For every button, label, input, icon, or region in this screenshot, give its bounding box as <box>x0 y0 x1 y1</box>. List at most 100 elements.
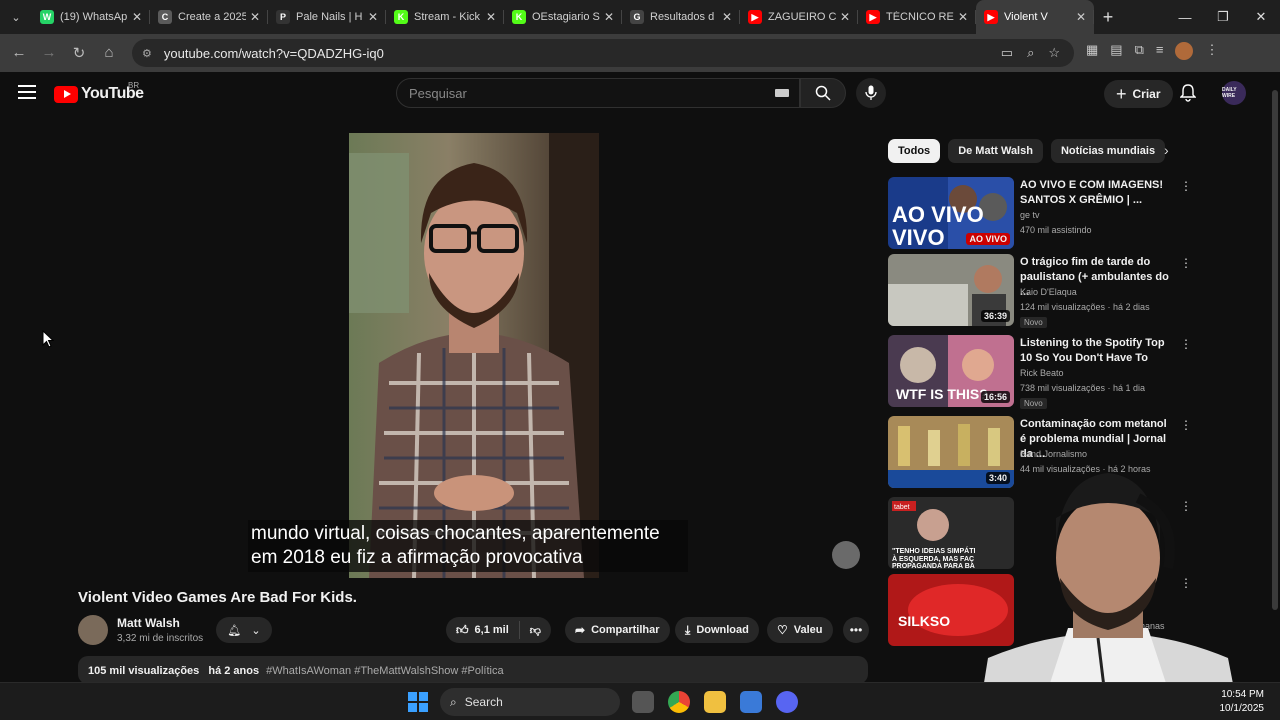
tab-search-button[interactable]: ⌄ <box>0 0 32 34</box>
chevron-right-icon[interactable]: › <box>1164 142 1169 158</box>
bookmark-star-icon[interactable]: ☆ <box>1048 45 1060 61</box>
reload-button[interactable]: ↻ <box>64 44 94 62</box>
tab-title: TÉCNICO REC <box>886 11 954 23</box>
thumb-caption-text: WTF IS THIS? <box>896 386 988 402</box>
browser-tab[interactable]: K OEstagiario S ✕ <box>504 0 622 34</box>
browser-tab[interactable]: ▶ Violent V ✕ <box>976 0 1094 34</box>
download-button[interactable]: ⤓ Download <box>675 617 759 643</box>
task-view-icon[interactable] <box>632 691 654 713</box>
more-vertical-icon[interactable]: ⋮ <box>1180 418 1192 432</box>
list-item[interactable]: AO VIVO VIVO AO VIVO AO VIVO E COM IMAGEN… <box>888 177 1192 249</box>
store-icon[interactable] <box>740 691 762 713</box>
video-player[interactable] <box>349 133 599 578</box>
browser-tab[interactable]: G Resultados d ✕ <box>622 0 740 34</box>
description-box[interactable]: 105 mil visualizações há 2 anos #WhatIsA… <box>78 656 868 684</box>
cast-icon[interactable]: ▭ <box>1001 45 1013 61</box>
browser-tab[interactable]: ▶ TÉCNICO REC ✕ <box>858 0 976 34</box>
scrollbar-thumb[interactable] <box>1272 90 1278 610</box>
tab-favicon-icon: K <box>512 10 526 24</box>
chip-world-news[interactable]: Notícias mundiais <box>1050 139 1166 163</box>
microphone-icon <box>865 85 877 100</box>
extension-icon-2[interactable]: ▤ <box>1110 42 1122 60</box>
create-button[interactable]: + Criar <box>1104 80 1173 108</box>
notification-preferences-button[interactable]: 🔔︎ ⌄ <box>216 617 272 643</box>
close-tab-icon[interactable]: ✕ <box>604 10 614 24</box>
browser-tab[interactable]: K Stream - Kick ✕ <box>386 0 504 34</box>
guide-menu-icon[interactable] <box>18 85 36 103</box>
close-window-button[interactable]: ✕ <box>1242 0 1280 34</box>
browser-tab[interactable]: ▶ ZAGUEIRO C ✕ <box>740 0 858 34</box>
tab-favicon-icon: ▶ <box>748 10 762 24</box>
close-tab-icon[interactable]: ✕ <box>486 10 496 24</box>
video-thumbnail[interactable]: 36:39 <box>888 254 1014 326</box>
notifications-bell-icon[interactable] <box>1179 84 1197 107</box>
back-button[interactable]: ← <box>4 44 34 62</box>
account-avatar[interactable]: DAILY WIRE <box>1222 81 1246 105</box>
thumbs-down-icon: 👎︎ <box>529 624 541 637</box>
thanks-button[interactable]: ♡ Valeu <box>767 617 833 643</box>
url-field[interactable]: ⚙ youtube.com/watch?v=QDADZHG-iq0 ▭ ⌕ ☆ <box>132 39 1074 67</box>
video-thumbnail[interactable]: AO VIVO VIVO AO VIVO <box>888 177 1014 249</box>
close-tab-icon[interactable]: ✕ <box>840 10 850 24</box>
chrome-icon[interactable] <box>668 691 690 713</box>
home-button[interactable]: ⌂ <box>94 44 124 62</box>
page-scrollbar[interactable] <box>1270 72 1280 682</box>
share-button[interactable]: ➦ Compartilhar <box>565 617 670 643</box>
more-actions-button[interactable]: ••• <box>843 617 869 643</box>
browser-menu-icon[interactable]: ⋮ <box>1205 42 1218 60</box>
site-info-icon[interactable]: ⚙ <box>142 47 152 60</box>
keyboard-icon[interactable] <box>775 89 789 97</box>
chip-all[interactable]: Todos <box>888 139 941 163</box>
windows-start-icon[interactable] <box>408 692 428 712</box>
chip-from-channel[interactable]: De Matt Walsh <box>948 139 1043 163</box>
reading-list-icon[interactable]: ≡ <box>1156 42 1164 60</box>
rec-meta: 470 mil assistindo <box>1020 225 1092 235</box>
rec-channel: ge tv <box>1020 210 1040 220</box>
youtube-logo[interactable]: YouTube BR <box>54 81 144 103</box>
thumb-header-text: tabet <box>894 504 910 511</box>
tab-favicon-icon: G <box>630 10 644 24</box>
discord-icon[interactable] <box>776 691 798 713</box>
more-vertical-icon[interactable]: ⋮ <box>1180 256 1192 270</box>
file-explorer-icon[interactable] <box>704 691 726 713</box>
channel-name[interactable]: Matt Walsh <box>117 616 180 630</box>
search-input[interactable] <box>409 85 759 101</box>
close-tab-icon[interactable]: ✕ <box>958 10 968 24</box>
zoom-icon[interactable]: ⌕ <box>1027 45 1034 61</box>
browser-tab[interactable]: P Pale Nails | H ✕ <box>268 0 386 34</box>
more-vertical-icon[interactable]: ⋮ <box>1180 337 1192 351</box>
address-bar: ← → ↻ ⌂ ⚙ youtube.com/watch?v=QDADZHG-iq… <box>0 34 1280 72</box>
rec-meta: 738 mil visualizações · há 1 dia <box>1020 383 1146 393</box>
extensions-puzzle-icon[interactable]: ⧉ <box>1135 42 1144 60</box>
maximize-button[interactable]: ❐ <box>1204 0 1242 34</box>
dislike-button[interactable]: 👎︎ <box>520 624 551 637</box>
extension-icon[interactable]: ▦ <box>1086 42 1098 60</box>
profile-avatar[interactable] <box>1175 42 1194 60</box>
url-text: youtube.com/watch?v=QDADZHG-iq0 <box>163 45 384 61</box>
close-tab-icon[interactable]: ✕ <box>1076 10 1086 24</box>
thumb-live-text: AO VIVO <box>892 202 984 227</box>
video-thumbnail[interactable]: WTF IS THIS? 16:56 <box>888 335 1014 407</box>
voice-search-button[interactable] <box>856 78 886 108</box>
forward-button[interactable]: → <box>34 44 64 62</box>
system-clock[interactable]: 10:54 PM 10/1/2025 <box>1214 688 1265 716</box>
close-tab-icon[interactable]: ✕ <box>722 10 732 24</box>
browser-tab[interactable]: C Create a 2025 ✕ <box>150 0 268 34</box>
hashtags[interactable]: #WhatIsAWoman #TheMattWalshShow #Polític… <box>266 665 503 677</box>
list-item[interactable]: WTF IS THIS? 16:56 Listening to the Spot… <box>888 335 1192 409</box>
chevron-down-icon: ⌄ <box>251 624 261 637</box>
list-item[interactable]: 36:39 O trágico fim de tarde do paulista… <box>888 254 1192 328</box>
minimize-button[interactable]: — <box>1166 0 1204 34</box>
view-count: 105 mil visualizações <box>88 665 200 677</box>
more-vertical-icon[interactable]: ⋮ <box>1180 179 1192 193</box>
channel-watermark[interactable] <box>832 541 860 569</box>
new-tab-button[interactable]: + <box>1094 7 1122 28</box>
close-tab-icon[interactable]: ✕ <box>250 10 260 24</box>
close-tab-icon[interactable]: ✕ <box>132 10 142 24</box>
channel-avatar[interactable] <box>78 615 108 645</box>
search-button[interactable] <box>800 78 846 108</box>
browser-tab[interactable]: W (19) WhatsApp ✕ <box>32 0 150 34</box>
taskbar-search[interactable]: ⌕ Search <box>440 688 620 716</box>
like-button[interactable]: 👍︎ 6,1 mil <box>456 621 520 639</box>
close-tab-icon[interactable]: ✕ <box>368 10 378 24</box>
